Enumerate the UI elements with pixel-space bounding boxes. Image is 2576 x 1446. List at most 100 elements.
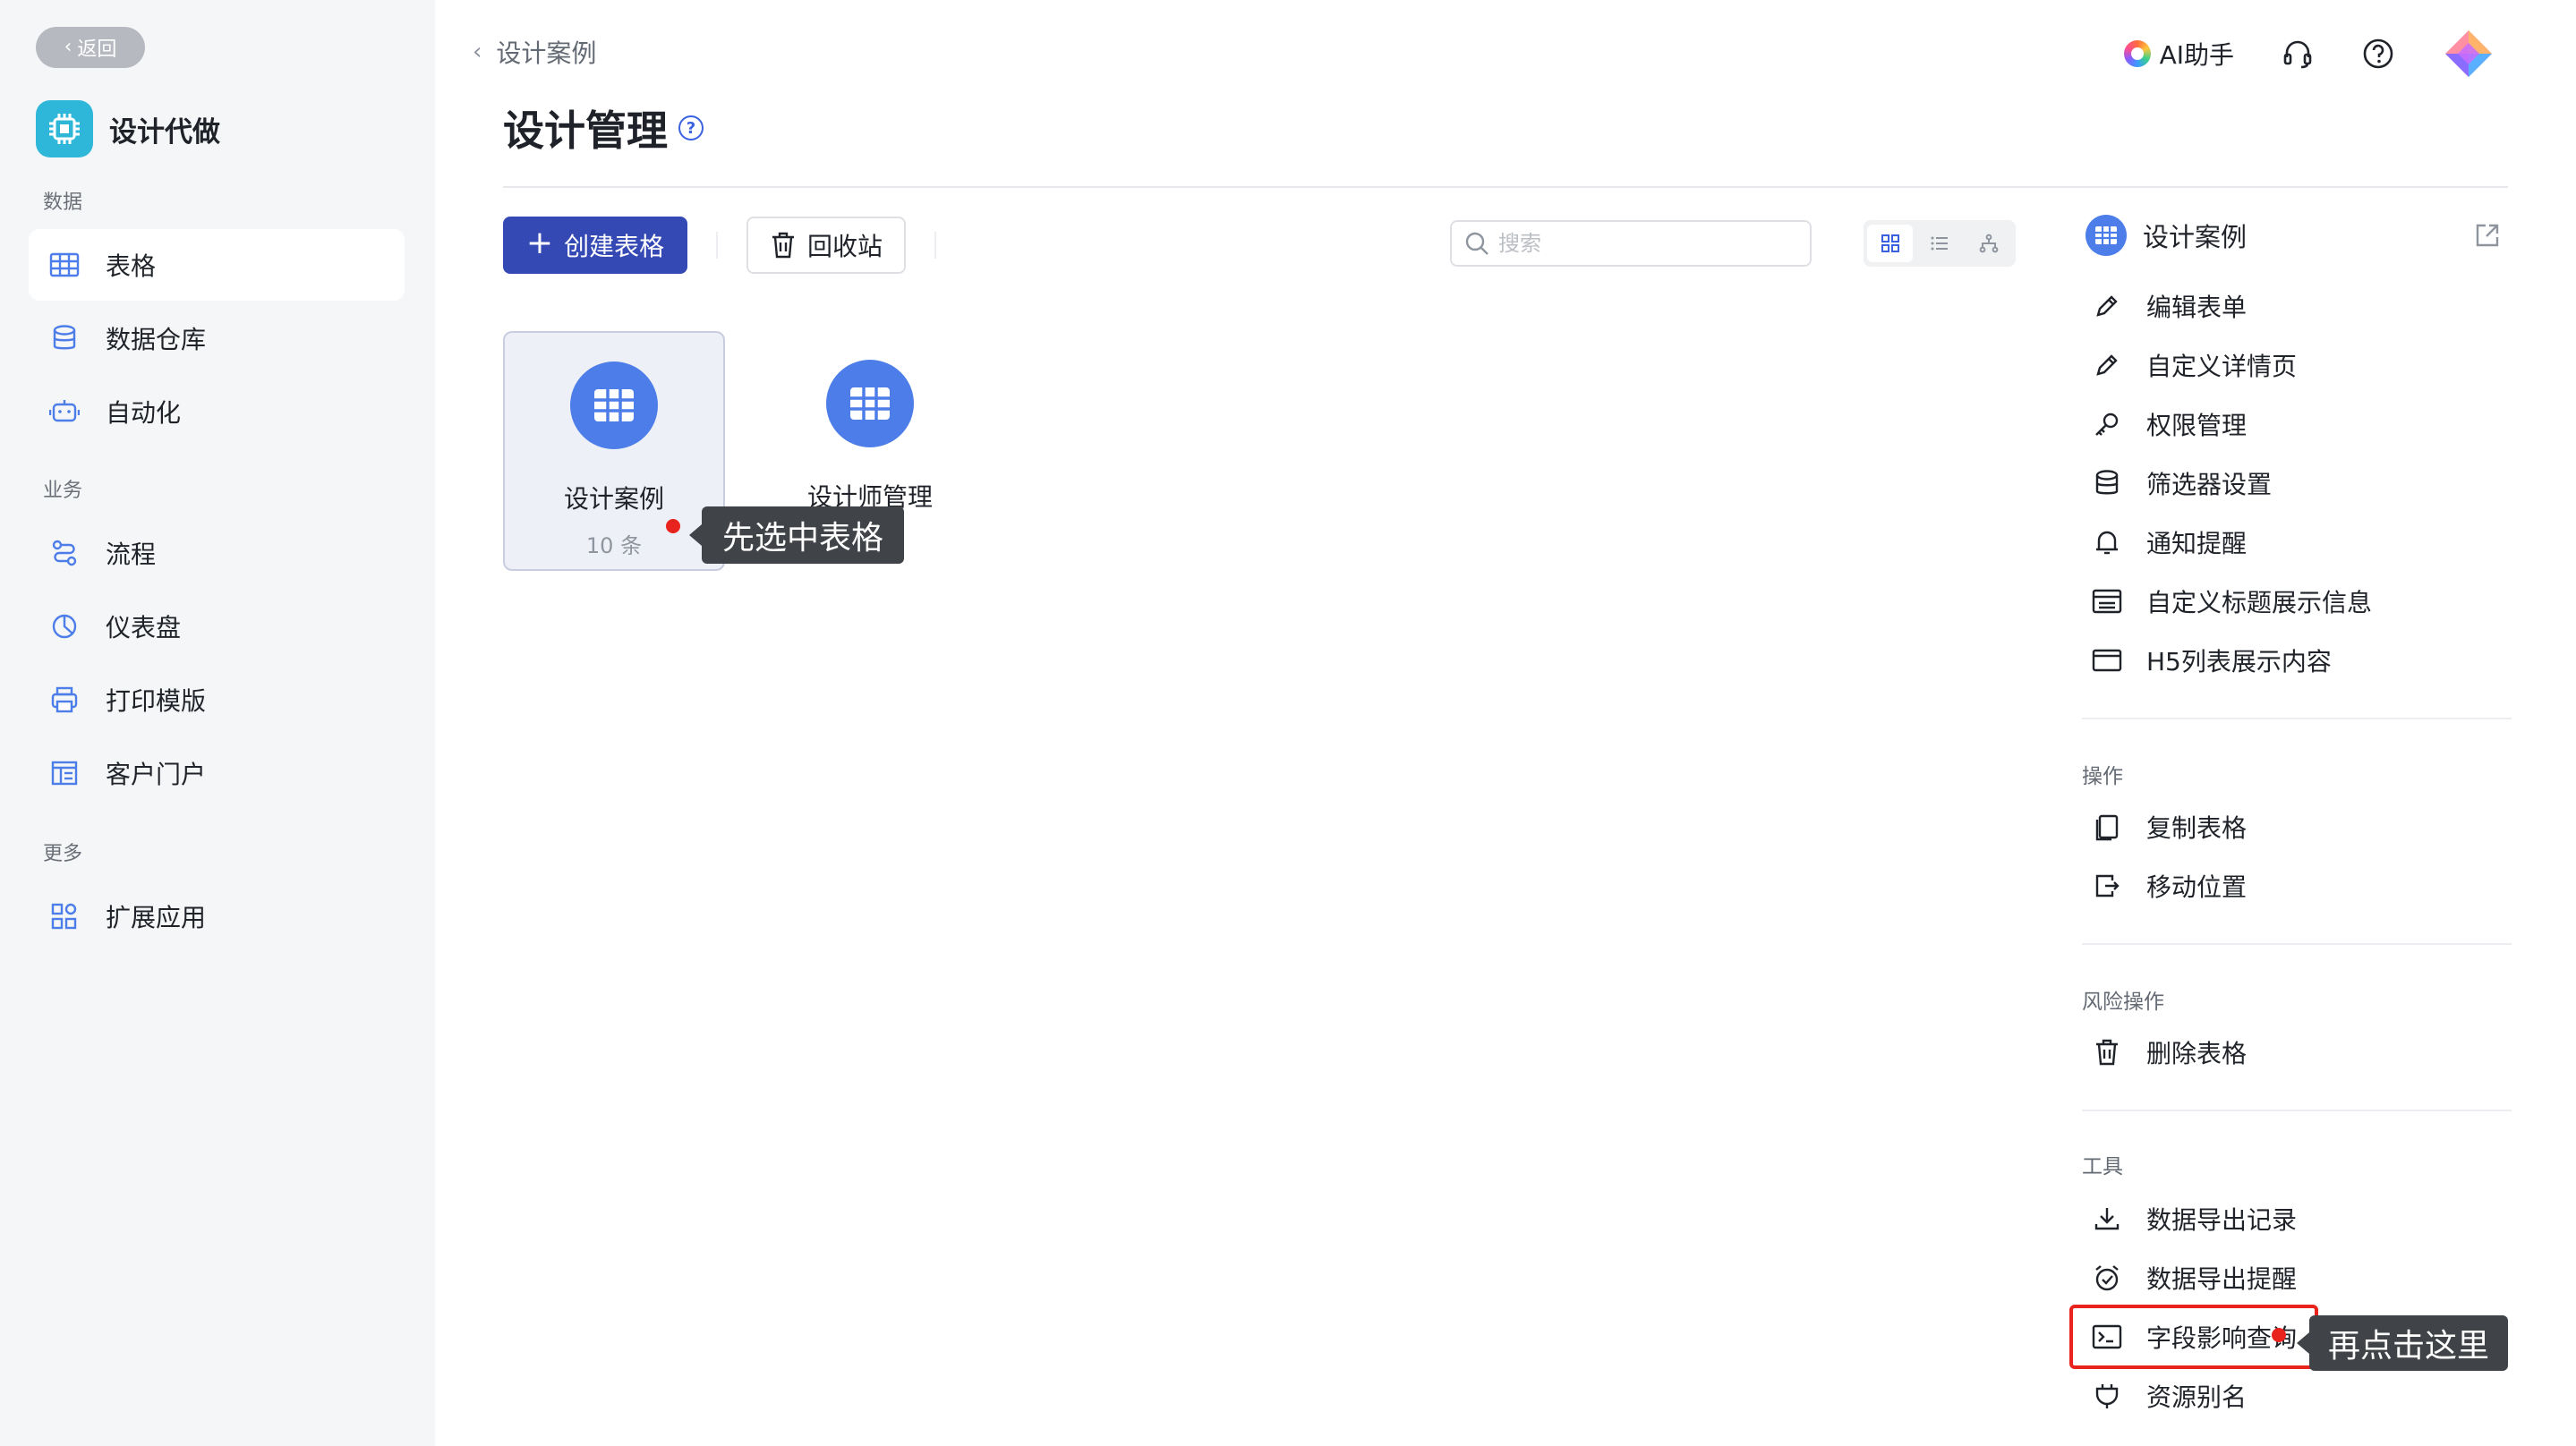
app-logo-icon <box>36 100 93 157</box>
panel-item-edit-form[interactable]: 编辑表单 <box>2091 286 2247 326</box>
tree-icon <box>1979 234 1999 253</box>
tree-view-button[interactable] <box>1966 225 2012 262</box>
sidebar-item-label: 打印模版 <box>106 686 207 716</box>
sidebar-item-label: 扩展应用 <box>106 903 207 932</box>
grid-view-button[interactable] <box>1867 225 1914 262</box>
panel-item-copy-table[interactable]: 复制表格 <box>2091 807 2247 846</box>
tooltip-text: 再点击这里 <box>2327 1328 2489 1365</box>
panel-item-label: 数据导出记录 <box>2146 1205 2298 1235</box>
sidebar-item-label: 仪表盘 <box>106 613 182 642</box>
printer-icon <box>48 684 81 716</box>
panel-divider <box>2082 1110 2512 1111</box>
panel-title: 设计案例 <box>2143 222 2248 252</box>
sidebar-item-automation[interactable]: 自动化 <box>29 376 405 447</box>
move-icon <box>2091 870 2123 902</box>
table-grid-icon <box>570 362 658 449</box>
user-avatar-icon[interactable] <box>2442 27 2495 81</box>
pencil-icon <box>2091 290 2123 322</box>
plus-icon: + <box>525 225 554 261</box>
robot-icon <box>48 396 81 428</box>
panel-item-export-records[interactable]: 数据导出记录 <box>2091 1199 2297 1238</box>
breadcrumb-label: 设计案例 <box>496 38 597 68</box>
plug-icon <box>2091 1380 2123 1412</box>
sidebar-item-label: 自动化 <box>106 398 182 428</box>
panel-header: 设计案例 <box>2086 215 2247 256</box>
back-label: 返回 <box>77 38 117 61</box>
breadcrumb[interactable]: ‹ 设计案例 <box>473 34 596 70</box>
table-grid-icon <box>2086 215 2127 256</box>
marker-dot <box>666 519 680 533</box>
panel-group-tools: 工具 <box>2082 1155 2123 1178</box>
external-link-icon[interactable] <box>2474 222 2501 249</box>
help-circle-icon[interactable] <box>2361 37 2395 71</box>
panel-item-label: 自定义详情页 <box>2146 352 2298 381</box>
sidebar-item-customer-portal[interactable]: 客户门户 <box>29 737 405 809</box>
trash-icon <box>2091 1036 2123 1068</box>
panel-item-filter-settings[interactable]: 筛选器设置 <box>2091 464 2272 503</box>
recycle-bin-label: 回收站 <box>806 232 883 261</box>
download-icon <box>2091 1203 2123 1235</box>
panel-divider <box>2082 943 2512 945</box>
app-header: 设计代做 <box>36 100 220 157</box>
sidebar-item-extensions[interactable]: 扩展应用 <box>29 880 405 952</box>
sidebar-item-dashboard[interactable]: 仪表盘 <box>29 591 405 662</box>
panel-item-delete-table[interactable]: 删除表格 <box>2091 1033 2247 1072</box>
portal-icon <box>48 757 81 789</box>
search-box[interactable] <box>1450 220 1812 267</box>
panel-item-label: 权限管理 <box>2146 411 2248 440</box>
ai-logo-icon <box>2123 40 2151 67</box>
database-icon <box>2091 467 2123 499</box>
group-label-business: 业务 <box>43 480 83 502</box>
panel-item-label: 自定义标题展示信息 <box>2146 588 2373 617</box>
panel-item-label: 删除表格 <box>2146 1039 2248 1068</box>
panel-item-export-reminder[interactable]: 数据导出提醒 <box>2091 1258 2297 1297</box>
chevron-left-icon: ‹ <box>473 38 482 65</box>
panel-item-h5-list[interactable]: H5列表展示内容 <box>2091 641 2332 680</box>
toolbar-separator <box>716 232 718 259</box>
search-input[interactable] <box>1498 231 1803 256</box>
grid-icon <box>1881 234 1899 252</box>
panel-item-move-position[interactable]: 移动位置 <box>2091 866 2247 906</box>
sidebar-item-label: 表格 <box>106 251 157 281</box>
ai-assistant-label: AI助手 <box>2159 40 2234 70</box>
headset-icon[interactable] <box>2281 37 2315 71</box>
panel-item-resource-alias[interactable]: 资源别名 <box>2091 1376 2247 1416</box>
key-icon <box>2091 408 2123 440</box>
table-icon <box>48 249 81 281</box>
bell-icon <box>2091 526 2123 558</box>
recycle-bin-button[interactable]: 回收站 <box>746 217 906 274</box>
sidebar-item-table[interactable]: 表格 <box>29 229 405 301</box>
tooltip-select-table: 先选中表格 <box>689 506 904 564</box>
back-button[interactable]: ‹ 返回 <box>36 27 145 68</box>
panel-item-custom-title[interactable]: 自定义标题展示信息 <box>2091 582 2372 621</box>
trash-icon <box>770 231 797 259</box>
sidebar-item-flow[interactable]: 流程 <box>29 517 405 589</box>
ai-assistant-button[interactable]: AI助手 <box>2123 36 2234 72</box>
table-grid-icon <box>826 360 914 447</box>
panel-item-permissions[interactable]: 权限管理 <box>2091 404 2247 444</box>
tooltip-click-here: 再点击这里 <box>2297 1315 2508 1371</box>
window-icon <box>2091 644 2123 676</box>
header-divider <box>503 186 2508 188</box>
create-table-button[interactable]: + 创建表格 <box>503 217 687 274</box>
page-title: 设计管理 ? <box>503 98 704 157</box>
panel-item-label: 筛选器设置 <box>2146 470 2273 499</box>
top-right-actions: AI助手 <box>2123 27 2495 81</box>
list-view-button[interactable] <box>1916 225 1962 262</box>
sidebar-item-label: 流程 <box>106 540 157 569</box>
panel-item-label: 资源别名 <box>2146 1382 2248 1412</box>
sidebar-item-data-warehouse[interactable]: 数据仓库 <box>29 302 405 374</box>
flow-icon <box>48 537 81 569</box>
panel-item-notification[interactable]: 通知提醒 <box>2091 523 2247 562</box>
pencil-icon <box>2091 349 2123 381</box>
panel-item-label: 编辑表单 <box>2146 293 2248 322</box>
dashboard-icon <box>48 610 81 642</box>
panel-item-label: 通知提醒 <box>2146 529 2248 558</box>
panel-item-custom-detail[interactable]: 自定义详情页 <box>2091 345 2297 385</box>
help-icon[interactable]: ? <box>678 115 704 140</box>
page-title-text: 设计管理 <box>503 106 668 155</box>
panel-group-risk: 风险操作 <box>2082 991 2164 1014</box>
panel-item-label: H5列表展示内容 <box>2146 647 2332 676</box>
apps-icon <box>48 900 81 932</box>
sidebar-item-print-template[interactable]: 打印模版 <box>29 664 405 736</box>
